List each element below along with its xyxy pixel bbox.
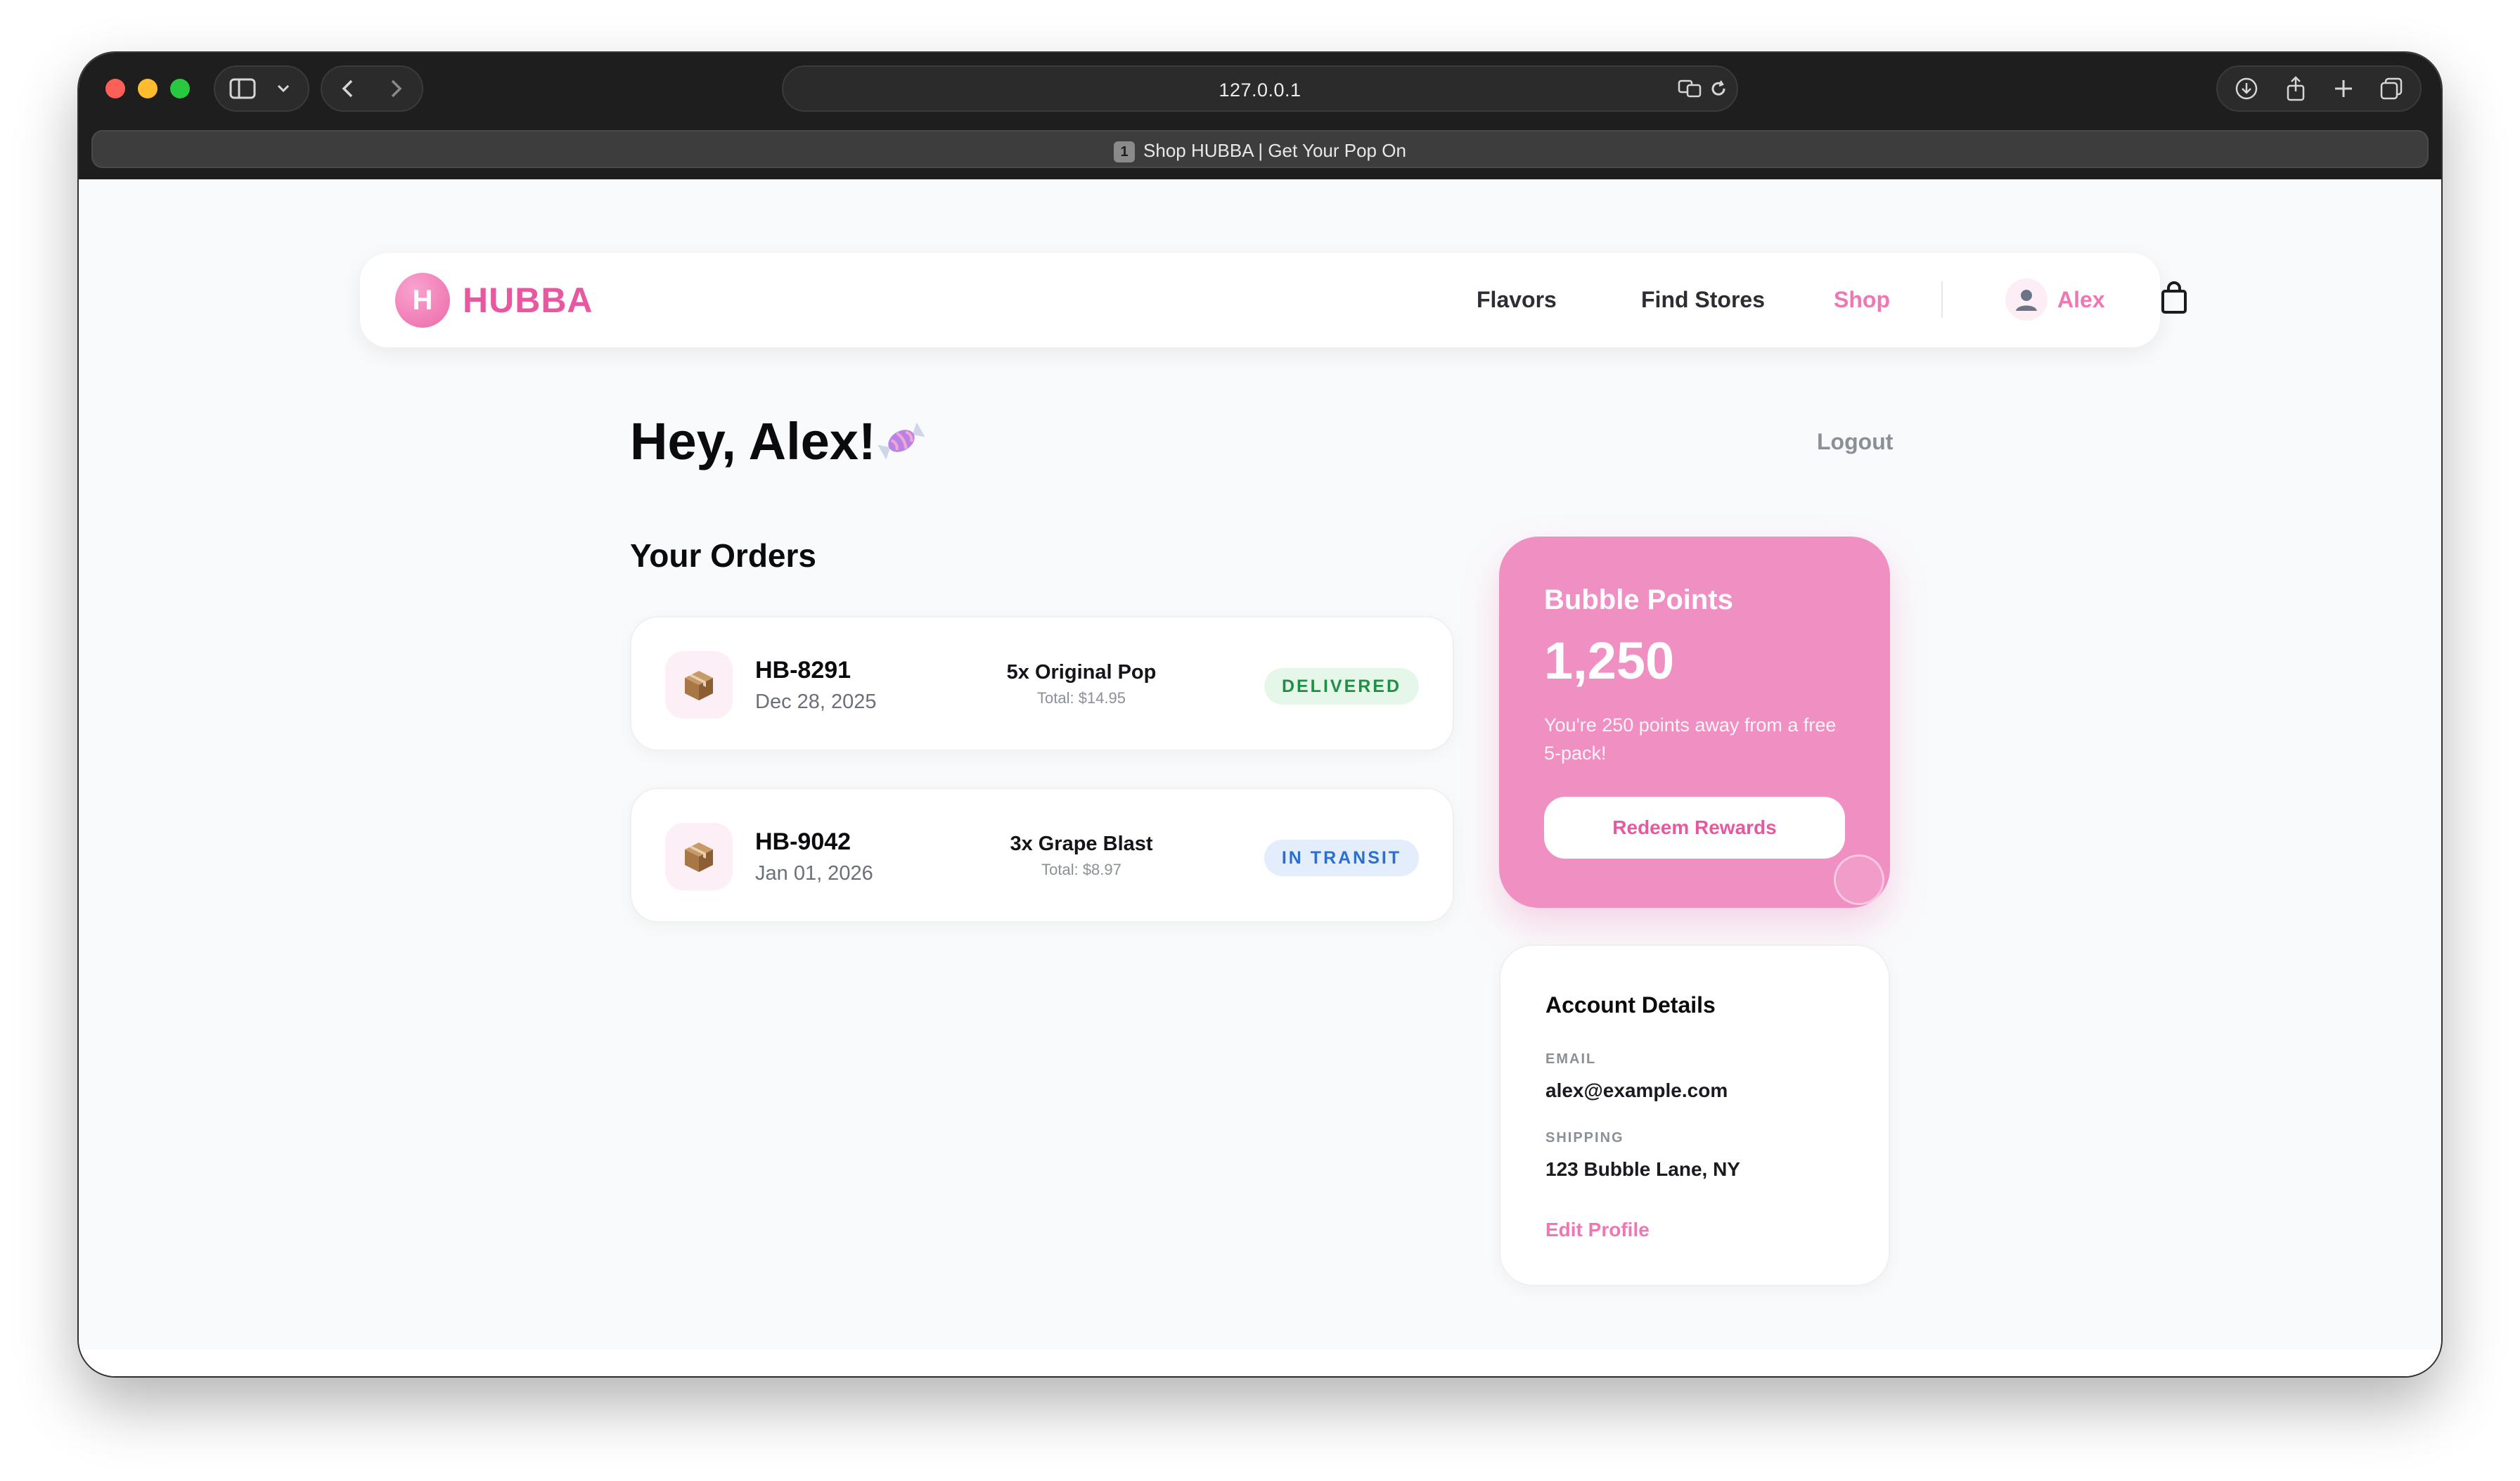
- package-icon: [665, 823, 733, 890]
- tab-title: 1 Shop HUBBA | Get Your Pop On: [93, 140, 2427, 162]
- account-details-card: Account Details EMAIL alex@example.com S…: [1499, 944, 1890, 1286]
- order-card[interactable]: HB-8291 Dec 28, 2025 5x Original Pop Tot…: [630, 616, 1454, 751]
- back-arrow-icon[interactable]: [338, 77, 359, 101]
- cart-button[interactable]: [2157, 278, 2191, 321]
- browser-window: 127.0.0.1 1 Shop HUBBA | Get Your Pop On …: [79, 53, 2441, 1376]
- order-total: Total: $14.95: [1037, 689, 1126, 707]
- shipping-value: 123 Bubble Lane, NY: [1545, 1158, 1740, 1180]
- user-icon: [2016, 290, 2037, 311]
- history-nav: [321, 65, 423, 112]
- tab-shop-hubba[interactable]: 1 Shop HUBBA | Get Your Pop On: [91, 130, 2429, 168]
- page-footer-strip: [79, 1349, 2441, 1376]
- user-avatar[interactable]: [2005, 278, 2048, 321]
- bubble-points-card: Bubble Points 1,250 You're 250 points aw…: [1499, 537, 1890, 908]
- order-id: HB-9042: [755, 828, 851, 855]
- forward-arrow-icon[interactable]: [385, 77, 406, 101]
- nav-user-name[interactable]: Alex: [2057, 287, 2105, 313]
- address-bar[interactable]: 127.0.0.1: [782, 65, 1738, 112]
- email-value: alex@example.com: [1545, 1079, 1728, 1101]
- site-navbar: H HUBBA Flavors Find Stores Shop Alex: [360, 253, 2187, 347]
- close-window-button[interactable]: [105, 79, 125, 98]
- points-value: 1,250: [1544, 631, 1675, 690]
- nav-divider: [1941, 281, 1943, 318]
- shipping-label: SHIPPING: [1545, 1130, 1624, 1146]
- share-icon[interactable]: [2284, 76, 2308, 101]
- order-items: 5x Original Pop: [1006, 661, 1157, 684]
- email-label: EMAIL: [1545, 1051, 1597, 1067]
- tab-title-text: Shop HUBBA | Get Your Pop On: [1143, 140, 1406, 161]
- orders-heading: Your Orders: [630, 537, 816, 574]
- order-items: 3x Grape Blast: [1010, 833, 1153, 855]
- candy-icon: [873, 418, 930, 467]
- order-total: Total: $8.97: [1041, 861, 1121, 878]
- bubble-decoration: [1834, 854, 1884, 905]
- order-date: Jan 01, 2026: [755, 862, 873, 885]
- page-title: Hey, Alex!: [630, 412, 876, 470]
- toolbar-actions: [2216, 65, 2422, 112]
- sidebar-icon: [229, 78, 256, 99]
- sidebar-toggle-button[interactable]: [214, 65, 309, 112]
- order-date: Dec 28, 2025: [755, 691, 877, 713]
- order-card[interactable]: HB-9042 Jan 01, 2026 3x Grape Blast Tota…: [630, 788, 1454, 923]
- logout-link[interactable]: Logout: [1817, 429, 1893, 455]
- package-icon: [665, 651, 733, 719]
- chevron-down-icon: [277, 84, 290, 93]
- order-id: HB-8291: [755, 657, 851, 684]
- account-details-title: Account Details: [1545, 992, 1716, 1018]
- browser-titlebar: 127.0.0.1 1 Shop HUBBA | Get Your Pop On: [79, 53, 2441, 179]
- logo-text[interactable]: HUBBA: [463, 280, 593, 321]
- page-content: H HUBBA Flavors Find Stores Shop Alex He…: [79, 179, 2441, 1376]
- translate-icon[interactable]: [1678, 78, 1703, 99]
- tab-overview-icon[interactable]: [2379, 77, 2403, 101]
- nav-link-shop[interactable]: Shop: [1834, 287, 1890, 313]
- status-badge: IN TRANSIT: [1264, 840, 1419, 876]
- new-tab-icon[interactable]: [2333, 78, 2354, 99]
- shopping-bag-icon: [2161, 281, 2187, 314]
- reload-icon[interactable]: [1709, 78, 1728, 99]
- edit-profile-link[interactable]: Edit Profile: [1545, 1219, 1650, 1241]
- tab-favicon: 1: [1114, 141, 1136, 162]
- points-title: Bubble Points: [1544, 584, 1733, 615]
- status-badge: DELIVERED: [1264, 668, 1419, 705]
- redeem-rewards-button[interactable]: Redeem Rewards: [1544, 797, 1845, 859]
- download-icon[interactable]: [2235, 77, 2258, 101]
- minimize-window-button[interactable]: [138, 79, 158, 98]
- address-actions: [1669, 65, 1737, 112]
- url-text: 127.0.0.1: [1219, 79, 1301, 101]
- points-note: You're 250 points away from a free 5-pac…: [1544, 714, 1837, 764]
- logo-icon[interactable]: H: [395, 273, 450, 328]
- maximize-window-button[interactable]: [170, 79, 190, 98]
- nav-link-flavors[interactable]: Flavors: [1477, 287, 1557, 313]
- nav-link-find-stores[interactable]: Find Stores: [1641, 287, 1765, 313]
